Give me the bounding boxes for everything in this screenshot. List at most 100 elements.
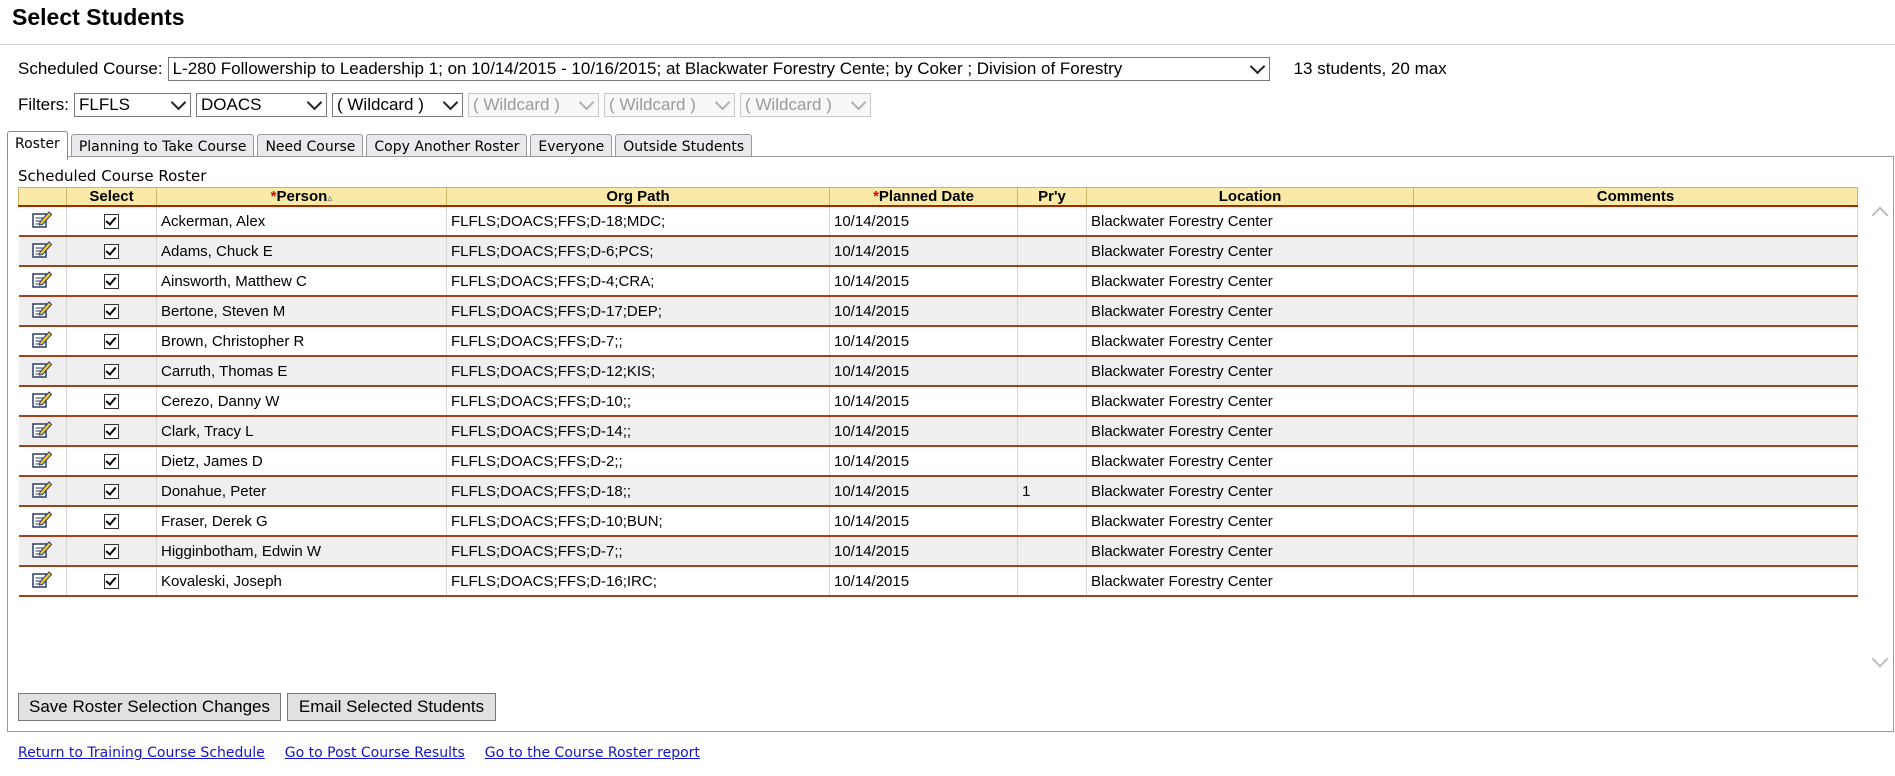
edit-cell bbox=[18, 416, 67, 447]
select-cell bbox=[66, 206, 157, 237]
edit-cell bbox=[18, 296, 67, 327]
select-checkbox[interactable] bbox=[104, 394, 119, 410]
select-checkbox[interactable] bbox=[104, 424, 119, 440]
select-checkbox[interactable] bbox=[104, 334, 119, 350]
location-cell: Blackwater Forestry Center bbox=[1086, 236, 1414, 267]
roster-header: Select *Person▵ Org Path *Planned Date P… bbox=[18, 187, 1858, 207]
comments-column-header[interactable]: Comments bbox=[1413, 187, 1858, 207]
return-to-schedule-link[interactable]: Return to Training Course Schedule bbox=[18, 745, 265, 761]
table-row: Ackerman, Alex FLFLS;DOACS;FFS;D-18;MDC; 1… bbox=[18, 206, 1858, 237]
edit-icon[interactable] bbox=[31, 241, 53, 263]
table-row: Kovaleski, Joseph FLFLS;DOACS;FFS;D-16;IR… bbox=[18, 566, 1858, 597]
planned-date-cell: 10/14/2015 bbox=[829, 386, 1018, 417]
org-path-cell: FLFLS;DOACS;FFS;D-18;MDC; bbox=[446, 206, 830, 237]
filter-select-5: ( Wildcard ) bbox=[604, 93, 735, 117]
filter-value: DOACS bbox=[201, 95, 262, 114]
edit-cell bbox=[18, 236, 67, 267]
edit-icon[interactable] bbox=[31, 571, 53, 593]
org-path-cell: FLFLS;DOACS;FFS;D-16;IRC; bbox=[446, 566, 830, 597]
select-checkbox[interactable] bbox=[104, 214, 119, 230]
org-path-cell: FLFLS;DOACS;FFS;D-4;CRA; bbox=[446, 266, 830, 297]
table-row: Fraser, Derek G FLFLS;DOACS;FFS;D-10;BUN;… bbox=[18, 506, 1858, 537]
page-title: Select Students bbox=[12, 4, 185, 30]
save-roster-button[interactable]: Save Roster Selection Changes bbox=[18, 693, 281, 721]
org-path-cell: FLFLS;DOACS;FFS;D-6;PCS; bbox=[446, 236, 830, 267]
person-column-header[interactable]: *Person▵ bbox=[156, 187, 447, 207]
edit-icon[interactable] bbox=[31, 481, 53, 503]
person-cell: Kovaleski, Joseph bbox=[156, 566, 447, 597]
edit-icon[interactable] bbox=[31, 271, 53, 293]
edit-cell bbox=[18, 326, 67, 357]
select-checkbox[interactable] bbox=[104, 274, 119, 290]
comments-cell bbox=[1413, 536, 1858, 567]
select-column-header[interactable]: Select bbox=[66, 187, 157, 207]
select-cell bbox=[66, 386, 157, 417]
planned-date-cell: 10/14/2015 bbox=[829, 296, 1018, 327]
comments-cell bbox=[1413, 416, 1858, 447]
post-course-results-link[interactable]: Go to Post Course Results bbox=[285, 745, 465, 761]
roster-panel: Scheduled Course Roster Select *Person▵ … bbox=[7, 156, 1894, 732]
priority-column-header[interactable]: Pr'y bbox=[1017, 187, 1087, 207]
person-cell: Ackerman, Alex bbox=[156, 206, 447, 237]
edit-icon[interactable] bbox=[31, 511, 53, 533]
select-checkbox[interactable] bbox=[104, 514, 119, 530]
edit-icon[interactable] bbox=[31, 361, 53, 383]
edit-icon[interactable] bbox=[31, 541, 53, 563]
edit-icon[interactable] bbox=[31, 451, 53, 473]
chevron-down-icon bbox=[714, 94, 731, 111]
filter-select-1[interactable]: FLFLS bbox=[74, 93, 191, 117]
location-column-header[interactable]: Location bbox=[1086, 187, 1414, 207]
filter-select-3[interactable]: ( Wildcard ) bbox=[332, 93, 463, 117]
scroll-down-arrow-icon[interactable] bbox=[1871, 650, 1889, 668]
org-path-cell: FLFLS;DOACS;FFS;D-7;; bbox=[446, 536, 830, 567]
table-row: Carruth, Thomas E FLFLS;DOACS;FFS;D-12;KI… bbox=[18, 356, 1858, 387]
filter-value: ( Wildcard ) bbox=[745, 95, 832, 114]
select-checkbox[interactable] bbox=[104, 544, 119, 560]
priority-cell bbox=[1017, 296, 1087, 327]
filter-select-2[interactable]: DOACS bbox=[196, 93, 327, 117]
select-cell bbox=[66, 446, 157, 477]
select-cell bbox=[66, 326, 157, 357]
edit-cell bbox=[18, 356, 67, 387]
course-roster-report-link[interactable]: Go to the Course Roster report bbox=[485, 745, 700, 761]
edit-icon[interactable] bbox=[31, 301, 53, 323]
select-checkbox[interactable] bbox=[104, 304, 119, 320]
comments-cell bbox=[1413, 356, 1858, 387]
edit-icon[interactable] bbox=[31, 211, 53, 233]
filters-label: Filters: bbox=[18, 95, 69, 114]
select-cell bbox=[66, 236, 157, 267]
select-checkbox[interactable] bbox=[104, 364, 119, 380]
edit-icon[interactable] bbox=[31, 391, 53, 413]
planned-date-cell: 10/14/2015 bbox=[829, 416, 1018, 447]
comments-cell bbox=[1413, 296, 1858, 327]
planned-date-column-header[interactable]: *Planned Date bbox=[829, 187, 1018, 207]
priority-cell bbox=[1017, 446, 1087, 477]
select-cell bbox=[66, 476, 157, 507]
planned-date-cell: 10/14/2015 bbox=[829, 356, 1018, 387]
org-path-column-header[interactable]: Org Path bbox=[446, 187, 830, 207]
table-row: Ainsworth, Matthew C FLFLS;DOACS;FFS;D-4;… bbox=[18, 266, 1858, 297]
chevron-down-icon bbox=[1249, 58, 1265, 75]
select-checkbox[interactable] bbox=[104, 454, 119, 470]
filter-value: ( Wildcard ) bbox=[609, 95, 696, 114]
filter-value: ( Wildcard ) bbox=[337, 95, 424, 114]
edit-cell bbox=[18, 206, 67, 237]
planned-date-header-label: Planned Date bbox=[878, 188, 974, 205]
select-cell bbox=[66, 566, 157, 597]
select-checkbox[interactable] bbox=[104, 574, 119, 590]
email-students-button[interactable]: Email Selected Students bbox=[287, 693, 496, 721]
select-checkbox[interactable] bbox=[104, 484, 119, 500]
org-path-cell: FLFLS;DOACS;FFS;D-7;; bbox=[446, 326, 830, 357]
chevron-down-icon bbox=[850, 94, 867, 111]
org-path-cell: FLFLS;DOACS;FFS;D-14;; bbox=[446, 416, 830, 447]
table-row: Bertone, Steven M FLFLS;DOACS;FFS;D-17;DE… bbox=[18, 296, 1858, 327]
tab-roster[interactable]: Roster bbox=[7, 131, 68, 160]
course-select-value: L-280 Followership to Leadership 1; on 1… bbox=[172, 59, 1123, 78]
scroll-up-arrow-icon[interactable] bbox=[1871, 206, 1889, 224]
select-checkbox[interactable] bbox=[104, 244, 119, 260]
edit-icon[interactable] bbox=[31, 421, 53, 443]
course-select[interactable]: L-280 Followership to Leadership 1; on 1… bbox=[167, 57, 1270, 81]
person-header-label: Person bbox=[276, 188, 328, 205]
edit-icon[interactable] bbox=[31, 331, 53, 353]
priority-cell bbox=[1017, 326, 1087, 357]
